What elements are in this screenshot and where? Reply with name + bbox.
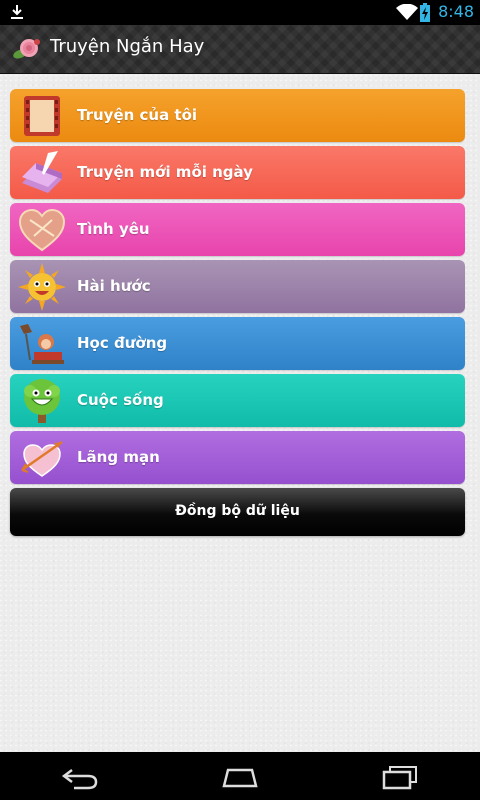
menu-item-label: Cuộc sống	[77, 391, 164, 409]
heart-arrow-icon	[21, 440, 63, 477]
heart-icon	[18, 208, 66, 252]
menu-item-label: Truyện mới mỗi ngày	[77, 163, 253, 181]
battery-charging-icon	[420, 3, 430, 22]
menu-item-label: Truyện của tôi	[77, 106, 198, 124]
menu-item-label: Học đường	[77, 334, 168, 352]
sync-data-label: Đồng bộ dữ liệu	[175, 503, 300, 519]
rose-icon[interactable]	[12, 36, 42, 62]
wifi-icon	[396, 4, 418, 20]
menu-item-life[interactable]: Cuộc sống	[10, 374, 465, 427]
back-icon[interactable]	[60, 764, 100, 790]
film-notebook-icon	[24, 96, 60, 136]
action-bar: Truyện Ngắn Hay	[0, 25, 480, 74]
recent-apps-icon[interactable]	[380, 764, 420, 790]
clock: 8:48	[438, 2, 474, 21]
home-icon[interactable]	[220, 764, 260, 790]
menu-item-new-daily[interactable]: Truyện mới mỗi ngày	[10, 146, 465, 199]
sync-data-button[interactable]: Đồng bộ dữ liệu	[10, 488, 465, 536]
navigation-bar	[0, 752, 480, 800]
menu-item-label: Hài hước	[77, 277, 151, 295]
menu-item-funny[interactable]: Hài hước	[10, 260, 465, 313]
content-area: Truyện của tôi Truyện mới mỗi ngày Tình …	[0, 74, 480, 752]
menu-item-romance[interactable]: Lãng mạn	[10, 431, 465, 484]
menu-item-label: Lãng mạn	[77, 448, 160, 466]
smiling-sun-icon	[18, 263, 66, 311]
book-quill-icon	[22, 151, 62, 193]
app-title: Truyện Ngắn Hay	[50, 36, 205, 57]
menu-item-my-stories[interactable]: Truyện của tôi	[10, 89, 465, 142]
menu-item-label: Tình yêu	[77, 220, 150, 238]
download-icon	[11, 5, 23, 19]
student-desk-icon	[20, 324, 64, 364]
category-menu: Truyện của tôi Truyện mới mỗi ngày Tình …	[10, 89, 465, 536]
menu-item-love[interactable]: Tình yêu	[10, 203, 465, 256]
menu-item-school[interactable]: Học đường	[10, 317, 465, 370]
status-bar: 8:48	[0, 0, 480, 25]
smiling-tree-icon	[24, 379, 60, 423]
